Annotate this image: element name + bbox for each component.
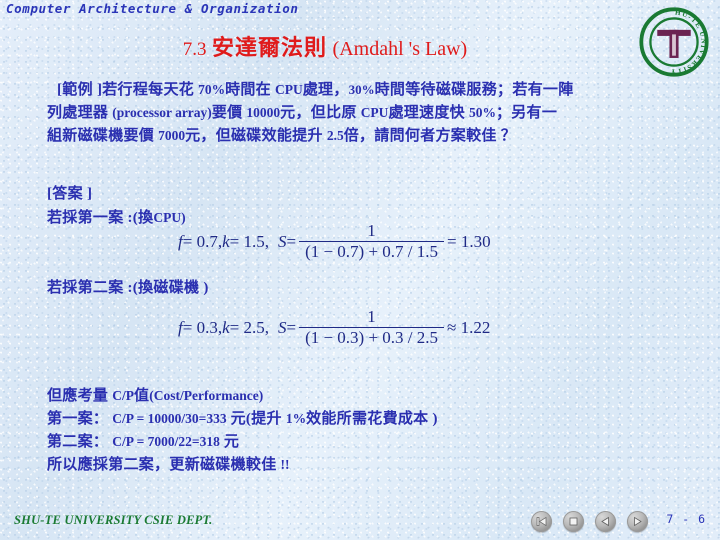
case-2-cp-unit: 元 xyxy=(223,434,240,450)
problem-label: [範例 ] xyxy=(57,82,103,98)
formula-2-numerator: 1 xyxy=(367,307,376,326)
formula-case-2: f = 0.3, k = 2.5, S = 1 (1 − 0.3) + 0.3 … xyxy=(178,308,490,347)
conclusion-text: 值 xyxy=(133,388,150,404)
page-number: 7 - 6 xyxy=(666,512,706,526)
formula-1-denominator: (1 − 0.7) + 0.7 / 1.5 xyxy=(305,242,439,262)
formula-1-result: = 1.30 xyxy=(447,231,491,251)
title-english: (Amdahl 's Law) xyxy=(332,38,468,60)
problem-text: 要價 xyxy=(211,105,243,121)
course-header: Computer Architecture & Organization xyxy=(6,1,299,16)
conclusion-text: 但應考量 xyxy=(47,388,109,404)
formula-2-k-var: k xyxy=(222,317,230,337)
case-2-cp-label: 第二案： xyxy=(47,434,109,450)
final-recommendation: 所以應採第二案，更新磁碟機較佳 xyxy=(47,457,277,473)
case-1-cp-unit: 元 xyxy=(230,411,246,427)
problem-question-mark: ？ xyxy=(500,128,517,144)
case-2-cp-value: C/P = 7000/22=318 xyxy=(112,434,220,449)
problem-text: 處理， xyxy=(302,82,349,98)
disk-speedup-factor: 2.5 xyxy=(326,128,344,143)
previous-slide-button[interactable] xyxy=(595,511,616,532)
formula-2-result: ≈ 1.22 xyxy=(447,317,491,337)
conclusion-text: 效能所需花費成本 xyxy=(306,411,429,427)
problem-line-2: 列處理器 (processor array)要價 10000元，但比原 CPU處… xyxy=(47,101,557,122)
array-price: 10000 xyxy=(246,105,281,120)
problem-text: 處理速度快 xyxy=(388,105,465,121)
stop-icon xyxy=(569,517,578,526)
page-title: 7.3 安達爾法則 (Amdahl 's Law) xyxy=(0,30,720,62)
cp-note-pct: 1% xyxy=(285,411,307,426)
slide-canvas: Computer Architecture & Organization SHU… xyxy=(0,0,720,540)
case-2-label: 若採第二案 xyxy=(47,280,124,296)
problem-pct-cpu: 70% xyxy=(198,82,226,97)
problem-text: 列處理器 xyxy=(47,105,109,121)
problem-text: 若行程每天花 xyxy=(102,82,195,98)
previous-icon xyxy=(601,516,609,527)
case-2-paren: :(換磁碟機 ) xyxy=(127,280,209,296)
problem-cpu-term: CPU xyxy=(360,105,389,120)
formula-2-f-value: = 0.3, xyxy=(182,317,223,337)
footer-organization: SHU-TE UNIVERSITY CSIE DEPT. xyxy=(14,513,213,527)
case-1-paren-open: :(換 xyxy=(127,210,154,226)
formula-2-s-var: S xyxy=(277,317,287,337)
formula-2-denominator: (1 − 0.3) + 0.3 / 2.5 xyxy=(305,328,439,348)
problem-text: 時間在 xyxy=(225,82,271,98)
case-2-heading: 若採第二案 :(換磁碟機 ) xyxy=(47,276,209,297)
title-number: 7.3 xyxy=(182,39,207,60)
conclusion-text: (提升 xyxy=(245,411,282,427)
problem-text: 時間等待磁碟服務；若有一陣 xyxy=(374,82,574,98)
case-1-cp-label: 第一案： xyxy=(47,411,109,427)
case-1-label: 若採第一案 xyxy=(47,210,124,226)
conclusion-line-4: 所以應採第二案，更新磁碟機較佳 !! xyxy=(47,453,290,474)
conclusion-line-1: 但應考量 C/P值(Cost/Performance) xyxy=(47,384,263,405)
formula-1-s-var: S xyxy=(277,231,287,251)
problem-text: 元，但磁碟效能提升 xyxy=(185,128,323,144)
formula-1-k-var: k xyxy=(222,231,230,251)
cost-performance-term: (Cost/Performance) xyxy=(149,388,264,403)
final-exclamation: !! xyxy=(280,457,290,472)
disk-price: 7000 xyxy=(158,128,186,143)
first-slide-button[interactable] xyxy=(531,511,552,532)
problem-text: 倍，請問何者方案較佳 xyxy=(343,128,497,144)
formula-1-k-value: = 1.5, xyxy=(229,231,269,251)
answer-label: [答案 ] xyxy=(47,186,93,202)
cp-term: C/P xyxy=(112,388,134,403)
conclusion-text: ) xyxy=(432,411,438,427)
title-cjk: 安達爾法則 xyxy=(212,35,328,60)
first-icon xyxy=(536,516,547,527)
formula-case-1: f = 0.7, k = 1.5, S = 1 (1 − 0.7) + 0.7 … xyxy=(178,222,491,261)
problem-text: 組新磁碟機要價 xyxy=(47,128,155,144)
conclusion-line-2: 第一案： C/P = 10000/30=333 元(提升 1%效能所需花費成本 … xyxy=(47,407,438,428)
formula-1-s-eq: = xyxy=(286,231,297,251)
stop-button[interactable] xyxy=(563,511,584,532)
formula-1-fraction: 1 (1 − 0.7) + 0.7 / 1.5 xyxy=(299,221,445,262)
case-1-heading: 若採第一案 :(換CPU) xyxy=(47,206,186,227)
problem-line-1: [範例 ]若行程每天花 70%時間在 CPU處理，30%時間等待磁碟服務；若有一… xyxy=(57,78,574,99)
case-1-cpu-term: CPU xyxy=(153,210,182,225)
problem-text: ；另有一 xyxy=(495,105,558,121)
problem-pct-disk: 30% xyxy=(348,82,375,97)
formula-1-numerator: 1 xyxy=(367,221,376,240)
cpu-speedup-pct: 50% xyxy=(468,105,496,120)
formula-2-s-eq: = xyxy=(286,317,297,337)
next-slide-button[interactable] xyxy=(627,511,648,532)
conclusion-line-3: 第二案： C/P = 7000/22=318 元 xyxy=(47,430,239,451)
processor-array-term: (processor array) xyxy=(112,105,212,120)
formula-2-fraction: 1 (1 − 0.3) + 0.3 / 2.5 xyxy=(299,307,445,348)
problem-line-3: 組新磁碟機要價 7000元，但磁碟效能提升 2.5倍，請問何者方案較佳 ？ xyxy=(47,124,516,145)
problem-cpu-term: CPU xyxy=(274,82,303,97)
formula-2-k-value: = 2.5, xyxy=(229,317,269,337)
slide-navigation[interactable] xyxy=(531,511,648,532)
next-icon xyxy=(634,516,642,527)
case-1-cp-value: C/P = 10000/30=333 xyxy=(112,411,227,426)
problem-text: 元，但比原 xyxy=(280,105,357,121)
formula-1-f-value: = 0.7, xyxy=(182,231,223,251)
